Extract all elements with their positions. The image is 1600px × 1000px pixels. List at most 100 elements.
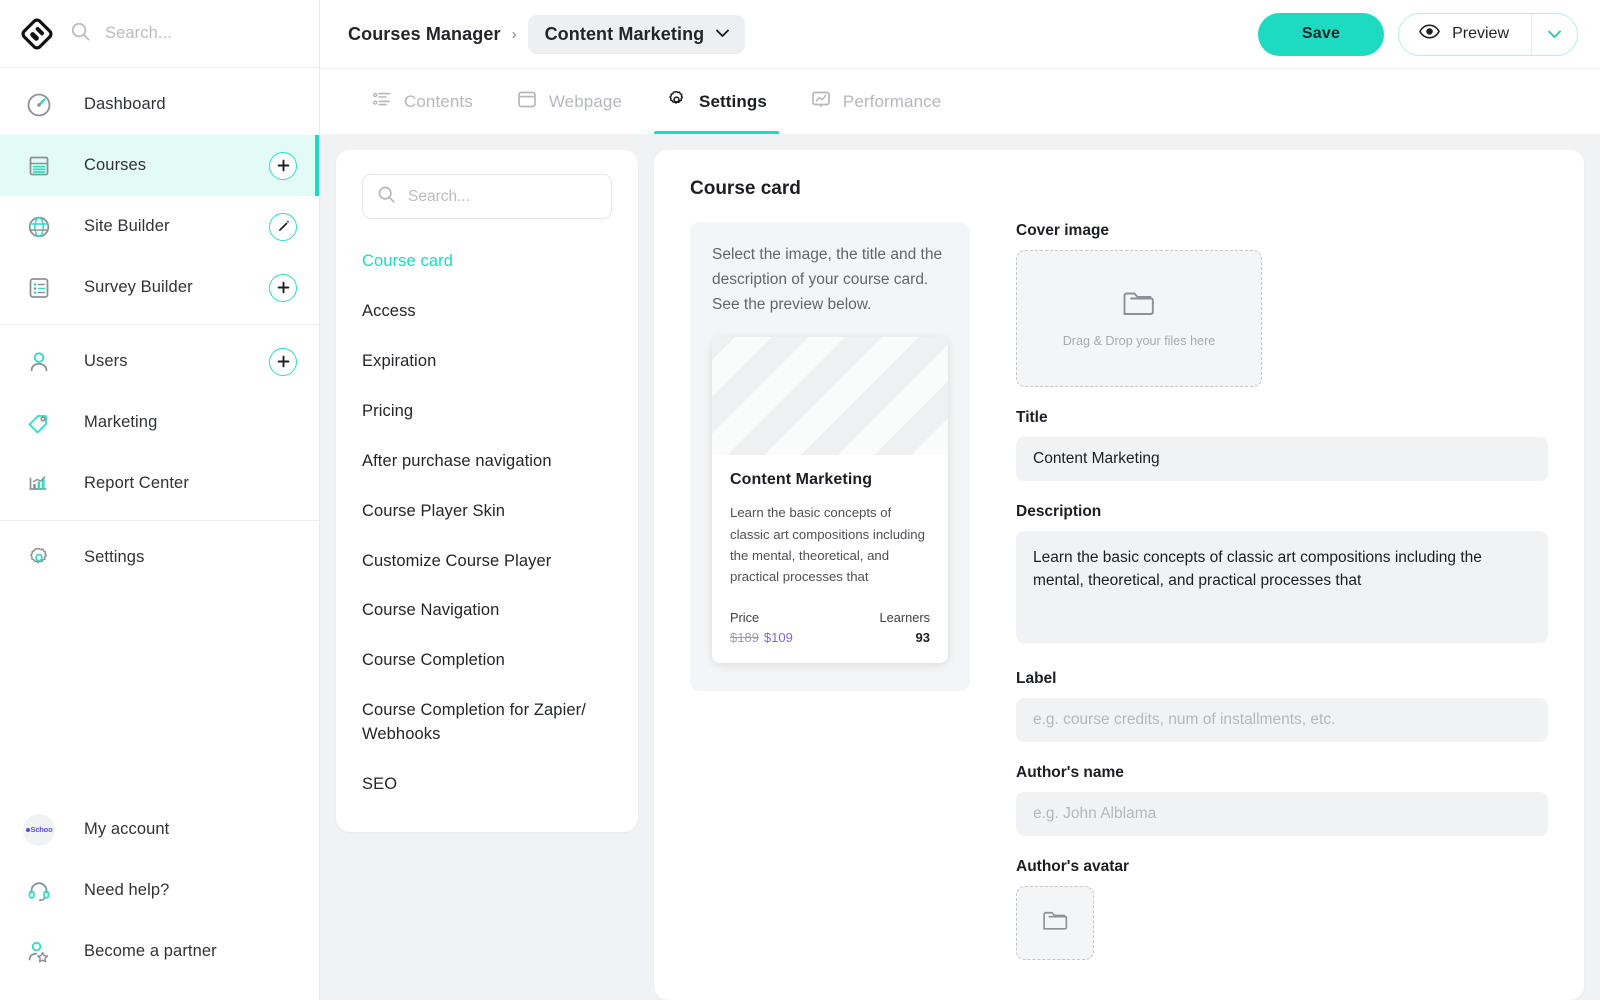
- sidebar-item-label: My account: [84, 820, 297, 839]
- sidebar-item-users[interactable]: Users: [0, 331, 319, 392]
- sidebar-item-dashboard[interactable]: Dashboard: [0, 74, 319, 135]
- learners-label: Learners: [879, 610, 930, 625]
- course-tabs: Contents Webpage Settings Performance: [320, 68, 1600, 134]
- sidebar-bottom-nav: Schoo My account Need help? Become a par…: [0, 799, 319, 1000]
- survey-list-icon: [20, 269, 58, 307]
- tab-label: Contents: [404, 92, 473, 112]
- global-search[interactable]: Search...: [70, 21, 301, 47]
- settings-list-item-customize-course-player[interactable]: Customize Course Player: [362, 537, 612, 587]
- user-icon: [20, 343, 58, 381]
- tab-settings[interactable]: Settings: [644, 69, 789, 134]
- learners-count: 93: [879, 630, 930, 645]
- description-textarea[interactable]: Learn the basic concepts of classic art …: [1016, 531, 1548, 643]
- sidebar-item-label: Users: [84, 352, 269, 371]
- sidebar-item-label: Need help?: [84, 881, 297, 900]
- sidebar: Search... Dashboard Courses: [0, 0, 320, 1000]
- author-avatar-dropzone[interactable]: [1016, 886, 1094, 960]
- sidebar-item-site-builder[interactable]: Site Builder: [0, 196, 319, 257]
- settings-list-item-after-purchase-navigation[interactable]: After purchase navigation: [362, 437, 612, 487]
- author-name-label: Author's name: [1016, 764, 1548, 782]
- form-column: Cover image Drag & Drop your files here …: [1016, 222, 1548, 960]
- settings-search-placeholder: Search...: [408, 188, 470, 206]
- cover-image-label: Cover image: [1016, 222, 1548, 240]
- add-course-button[interactable]: [269, 152, 297, 180]
- gear-icon: [666, 89, 687, 115]
- performance-chart-icon: [811, 90, 831, 114]
- price-label: Price: [730, 610, 793, 625]
- eye-icon: [1419, 24, 1440, 44]
- sidebar-nav: Dashboard Courses Site Builder: [0, 68, 319, 588]
- eschool-logo: [18, 15, 56, 53]
- sidebar-item-marketing[interactable]: Marketing: [0, 392, 319, 453]
- settings-list-item-course-card[interactable]: Course card: [362, 237, 612, 287]
- content-area: Search... Course card Access Expiration …: [320, 134, 1600, 1000]
- settings-search[interactable]: Search...: [362, 174, 612, 219]
- sidebar-item-become-a-partner[interactable]: Become a partner: [0, 921, 319, 982]
- settings-list-item-pricing[interactable]: Pricing: [362, 387, 612, 437]
- sidebar-item-report-center[interactable]: Report Center: [0, 453, 319, 514]
- edit-site-button[interactable]: [269, 213, 297, 241]
- sidebar-item-courses[interactable]: Courses: [0, 135, 319, 196]
- settings-list-item-course-player-skin[interactable]: Course Player Skin: [362, 487, 612, 537]
- tab-label: Settings: [699, 92, 767, 112]
- gear-icon: [20, 539, 58, 577]
- settings-list-item-access[interactable]: Access: [362, 287, 612, 337]
- folder-icon: [1042, 910, 1069, 937]
- breadcrumb-separator: ›: [512, 26, 517, 43]
- save-button[interactable]: Save: [1258, 13, 1384, 56]
- chevron-down-icon: [715, 25, 730, 43]
- sidebar-item-label: Marketing: [84, 413, 297, 432]
- description-field-group: Description Learn the basic concepts of …: [1016, 503, 1548, 648]
- tab-label: Webpage: [549, 92, 622, 112]
- preview-label: Preview: [1452, 25, 1509, 43]
- price-values: $189$109: [730, 630, 793, 645]
- add-survey-button[interactable]: [269, 274, 297, 302]
- hint-text: Select the image, the title and the desc…: [712, 242, 948, 317]
- topbar-actions: Save Preview: [1258, 13, 1578, 56]
- preview-options-caret[interactable]: [1531, 14, 1577, 55]
- tab-contents[interactable]: Contents: [350, 69, 495, 134]
- author-name-input[interactable]: [1016, 792, 1548, 836]
- main-area: Courses Manager › Content Marketing Save…: [320, 0, 1600, 1000]
- course-selector-chip[interactable]: Content Marketing: [528, 15, 746, 54]
- preview-button[interactable]: Preview: [1399, 14, 1531, 55]
- preview-column: Select the image, the title and the desc…: [690, 222, 970, 960]
- title-field-group: Title: [1016, 409, 1548, 481]
- title-label: Title: [1016, 409, 1548, 427]
- tag-icon: [20, 404, 58, 442]
- contents-list-icon: [372, 89, 392, 114]
- avatar: Schoo: [23, 814, 55, 846]
- topbar: Courses Manager › Content Marketing Save…: [320, 0, 1600, 68]
- sidebar-item-need-help[interactable]: Need help?: [0, 860, 319, 921]
- course-card-preview: Content Marketing Learn the basic concep…: [712, 337, 948, 663]
- title-input[interactable]: [1016, 437, 1548, 481]
- sidebar-item-label: Courses: [84, 156, 269, 175]
- sidebar-item-survey-builder[interactable]: Survey Builder: [0, 257, 319, 318]
- breadcrumb-courses-manager[interactable]: Courses Manager: [348, 24, 501, 45]
- course-card-body: Content Marketing Learn the basic concep…: [712, 455, 948, 663]
- cover-image-dropzone[interactable]: Drag & Drop your files here: [1016, 250, 1262, 387]
- tab-performance[interactable]: Performance: [789, 69, 963, 134]
- sidebar-item-settings[interactable]: Settings: [0, 527, 319, 588]
- settings-list-item-expiration[interactable]: Expiration: [362, 337, 612, 387]
- label-field-group: Label: [1016, 670, 1548, 742]
- price-discounted: $109: [764, 630, 793, 645]
- preview-hint-box: Select the image, the title and the desc…: [690, 222, 970, 691]
- search-icon: [70, 21, 91, 47]
- description-label: Description: [1016, 503, 1548, 521]
- webpage-window-icon: [517, 90, 537, 114]
- add-user-button[interactable]: [269, 348, 297, 376]
- settings-list-item-course-completion[interactable]: Course Completion: [362, 636, 612, 686]
- label-label: Label: [1016, 670, 1548, 688]
- settings-list-item-course-completion-zapier-webhooks[interactable]: Course Completion for Zapier/ Webhooks: [362, 686, 612, 760]
- course-card-stats: Price $189$109 Learners 93: [730, 610, 930, 645]
- sidebar-item-my-account[interactable]: Schoo My account: [0, 799, 319, 860]
- settings-list-item-seo[interactable]: SEO: [362, 760, 612, 810]
- label-input[interactable]: [1016, 698, 1548, 742]
- course-card-thumbnail-placeholder: [712, 337, 948, 455]
- partner-star-icon: [20, 933, 58, 971]
- course-card-description: Learn the basic concepts of classic art …: [730, 502, 930, 588]
- settings-list-item-course-navigation[interactable]: Course Navigation: [362, 586, 612, 636]
- tab-webpage[interactable]: Webpage: [495, 69, 644, 134]
- sidebar-item-label: Become a partner: [84, 942, 297, 961]
